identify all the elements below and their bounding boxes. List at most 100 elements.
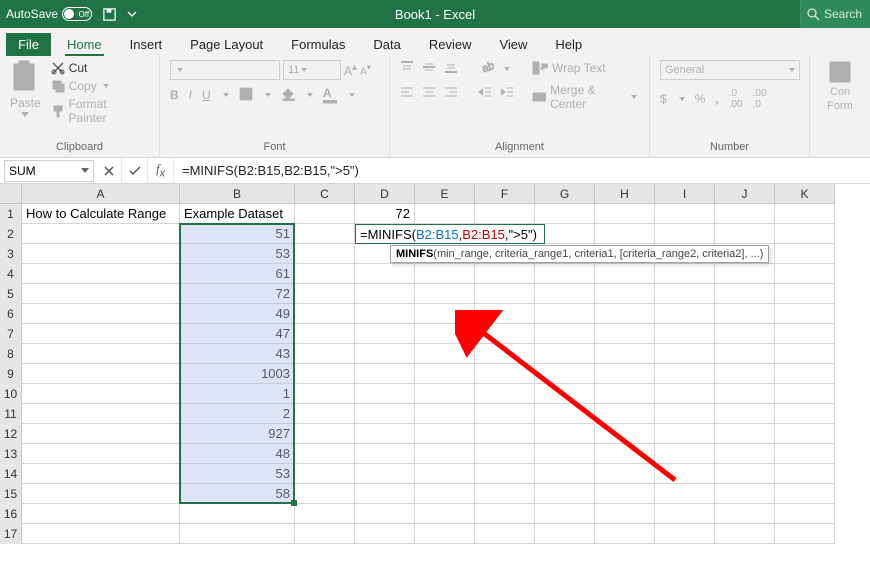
cell-D8[interactable] <box>355 344 415 364</box>
spreadsheet-grid[interactable]: ABCDEFGHIJK1How to Calculate RangeExampl… <box>0 184 870 565</box>
column-header-C[interactable]: C <box>295 184 355 204</box>
cell-I17[interactable] <box>655 524 715 544</box>
cell-G17[interactable] <box>535 524 595 544</box>
cell-B7[interactable]: 47 <box>180 324 295 344</box>
cell-E8[interactable] <box>415 344 475 364</box>
cell-E6[interactable] <box>415 304 475 324</box>
cell-E7[interactable] <box>415 324 475 344</box>
cell-C12[interactable] <box>295 424 355 444</box>
cell-E5[interactable] <box>415 284 475 304</box>
insert-function-button[interactable]: fx <box>148 158 174 184</box>
row-header-9[interactable]: 9 <box>0 364 22 384</box>
cell-B1[interactable]: Example Dataset <box>180 204 295 224</box>
cell-A13[interactable] <box>22 444 180 464</box>
row-header-1[interactable]: 1 <box>0 204 22 224</box>
cell-H17[interactable] <box>595 524 655 544</box>
cell-G5[interactable] <box>535 284 595 304</box>
row-header-8[interactable]: 8 <box>0 344 22 364</box>
border-button[interactable] <box>239 87 253 104</box>
qat-dropdown-icon[interactable] <box>127 9 137 19</box>
cell-J4[interactable] <box>715 264 775 284</box>
cell-K16[interactable] <box>775 504 835 524</box>
increase-decimal-button[interactable]: .0.00 <box>729 88 743 110</box>
cell-C5[interactable] <box>295 284 355 304</box>
tab-file[interactable]: File <box>6 33 51 56</box>
cell-G7[interactable] <box>535 324 595 344</box>
cell-C2[interactable] <box>295 224 355 244</box>
cell-D7[interactable] <box>355 324 415 344</box>
increase-font-icon[interactable]: A▴ <box>344 62 357 78</box>
row-header-13[interactable]: 13 <box>0 444 22 464</box>
cell-G10[interactable] <box>535 384 595 404</box>
column-header-J[interactable]: J <box>715 184 775 204</box>
cell-G13[interactable] <box>535 444 595 464</box>
cell-G16[interactable] <box>535 504 595 524</box>
cell-I13[interactable] <box>655 444 715 464</box>
cell-A11[interactable] <box>22 404 180 424</box>
cell-C6[interactable] <box>295 304 355 324</box>
decrease-decimal-button[interactable]: .00.0 <box>753 88 767 110</box>
cell-E12[interactable] <box>415 424 475 444</box>
cell-I8[interactable] <box>655 344 715 364</box>
cell-H15[interactable] <box>595 484 655 504</box>
align-left-icon[interactable] <box>400 85 414 102</box>
cut-button[interactable]: Cut <box>49 60 149 76</box>
cell-E16[interactable] <box>415 504 475 524</box>
cell-J13[interactable] <box>715 444 775 464</box>
cell-A15[interactable] <box>22 484 180 504</box>
cell-F5[interactable] <box>475 284 535 304</box>
cell-C14[interactable] <box>295 464 355 484</box>
cell-K5[interactable] <box>775 284 835 304</box>
column-header-D[interactable]: D <box>355 184 415 204</box>
tab-help[interactable]: Help <box>543 33 594 56</box>
cell-J2[interactable] <box>715 224 775 244</box>
cell-I14[interactable] <box>655 464 715 484</box>
cell-I11[interactable] <box>655 404 715 424</box>
cell-B13[interactable]: 48 <box>180 444 295 464</box>
column-header-G[interactable]: G <box>535 184 595 204</box>
enter-formula-button[interactable] <box>122 158 148 184</box>
cell-A10[interactable] <box>22 384 180 404</box>
cell-A6[interactable] <box>22 304 180 324</box>
cell-A7[interactable] <box>22 324 180 344</box>
cell-K14[interactable] <box>775 464 835 484</box>
cell-F9[interactable] <box>475 364 535 384</box>
cell-D16[interactable] <box>355 504 415 524</box>
cell-D17[interactable] <box>355 524 415 544</box>
cell-D2-editing[interactable]: =MINIFS(B2:B15,B2:B15,">5") <box>355 224 545 244</box>
cell-C9[interactable] <box>295 364 355 384</box>
decrease-indent-icon[interactable] <box>478 85 492 102</box>
cell-F8[interactable] <box>475 344 535 364</box>
cell-A9[interactable] <box>22 364 180 384</box>
cell-H5[interactable] <box>595 284 655 304</box>
column-header-A[interactable]: A <box>22 184 180 204</box>
cell-I2[interactable] <box>655 224 715 244</box>
cell-F6[interactable] <box>475 304 535 324</box>
cell-I6[interactable] <box>655 304 715 324</box>
cell-I16[interactable] <box>655 504 715 524</box>
cell-D12[interactable] <box>355 424 415 444</box>
cell-F4[interactable] <box>475 264 535 284</box>
row-header-17[interactable]: 17 <box>0 524 22 544</box>
format-painter-button[interactable]: Format Painter <box>49 96 149 126</box>
tab-view[interactable]: View <box>487 33 539 56</box>
cell-I15[interactable] <box>655 484 715 504</box>
cell-D14[interactable] <box>355 464 415 484</box>
cell-E1[interactable] <box>415 204 475 224</box>
cell-K3[interactable] <box>775 244 835 264</box>
cell-K7[interactable] <box>775 324 835 344</box>
cell-D15[interactable] <box>355 484 415 504</box>
cell-J16[interactable] <box>715 504 775 524</box>
cell-H13[interactable] <box>595 444 655 464</box>
cell-B5[interactable]: 72 <box>180 284 295 304</box>
row-header-4[interactable]: 4 <box>0 264 22 284</box>
cell-A8[interactable] <box>22 344 180 364</box>
cell-E14[interactable] <box>415 464 475 484</box>
tab-formulas[interactable]: Formulas <box>279 33 357 56</box>
cell-E15[interactable] <box>415 484 475 504</box>
cell-H11[interactable] <box>595 404 655 424</box>
column-header-K[interactable]: K <box>775 184 835 204</box>
row-header-7[interactable]: 7 <box>0 324 22 344</box>
row-header-10[interactable]: 10 <box>0 384 22 404</box>
cell-J6[interactable] <box>715 304 775 324</box>
